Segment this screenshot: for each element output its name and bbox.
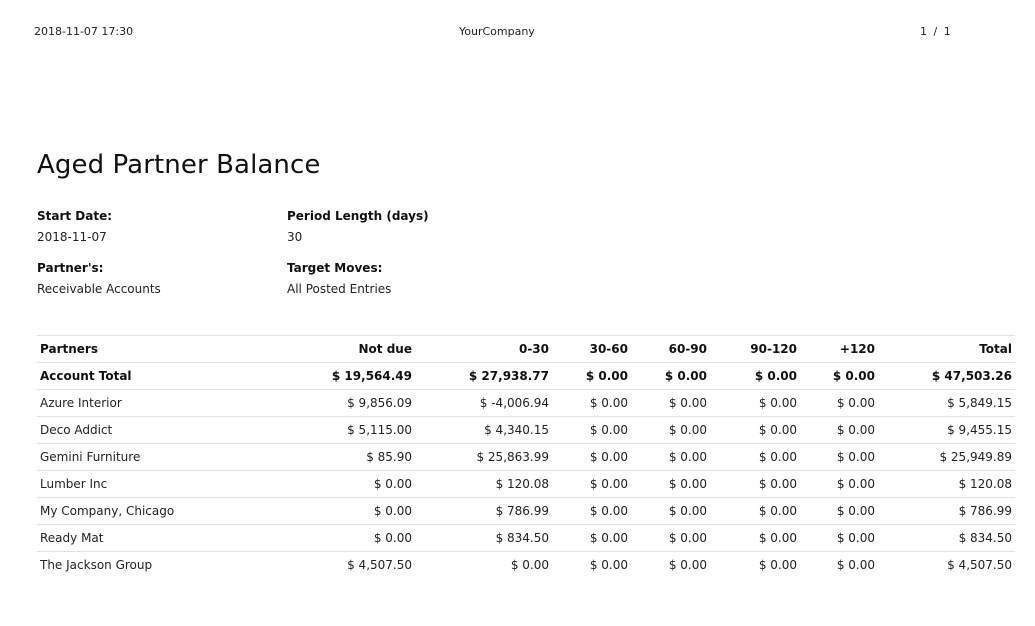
total-120-plus-cell: $ 0.00 bbox=[800, 362, 878, 390]
partners-label: Partner's: bbox=[37, 261, 104, 275]
start-date-field: Start Date: 2018-11-07 bbox=[37, 209, 112, 244]
partner-name-cell: Lumber Inc bbox=[37, 470, 285, 498]
not-due-cell: $ 9,856.09 bbox=[285, 389, 415, 417]
start-date-value: 2018-11-07 bbox=[37, 230, 107, 244]
col-header-60-90: 60-90 bbox=[631, 335, 710, 363]
col-header-90-120: 90-120 bbox=[710, 335, 800, 363]
partner-name-cell: Azure Interior bbox=[37, 389, 285, 417]
period-120-plus-cell: $ 0.00 bbox=[800, 497, 878, 525]
aged-balance-table: Partners Not due 0-30 30-60 60-90 90-120… bbox=[37, 335, 1015, 578]
period-120-plus-cell: $ 0.00 bbox=[800, 524, 878, 552]
period-30-60-cell: $ 0.00 bbox=[552, 524, 631, 552]
period-120-plus-cell: $ 0.00 bbox=[800, 389, 878, 417]
period-60-90-cell: $ 0.00 bbox=[631, 389, 710, 417]
partner-name-cell: Deco Addict bbox=[37, 416, 285, 444]
total-30-60-cell: $ 0.00 bbox=[552, 362, 631, 390]
period-0-30-cell: $ 0.00 bbox=[415, 551, 552, 578]
period-30-60-cell: $ 0.00 bbox=[552, 551, 631, 578]
period-0-30-cell: $ 25,863.99 bbox=[415, 443, 552, 471]
partner-name-cell: My Company, Chicago bbox=[37, 497, 285, 525]
print-datetime: 2018-11-07 17:30 bbox=[34, 25, 134, 38]
not-due-cell: $ 0.00 bbox=[285, 470, 415, 498]
table-row: Deco Addict $ 5,115.00 $ 4,340.15 $ 0.00… bbox=[37, 416, 1015, 444]
col-header-partners: Partners bbox=[37, 335, 285, 363]
period-30-60-cell: $ 0.00 bbox=[552, 416, 631, 444]
period-30-60-cell: $ 0.00 bbox=[552, 389, 631, 417]
table-row: Gemini Furniture $ 85.90 $ 25,863.99 $ 0… bbox=[37, 443, 1015, 471]
table-row: Azure Interior $ 9,856.09 $ -4,006.94 $ … bbox=[37, 389, 1015, 417]
period-90-120-cell: $ 0.00 bbox=[710, 524, 800, 552]
target-moves-value: All Posted Entries bbox=[287, 282, 392, 296]
period-30-60-cell: $ 0.00 bbox=[552, 443, 631, 471]
table-row: The Jackson Group $ 4,507.50 $ 0.00 $ 0.… bbox=[37, 551, 1015, 578]
period-60-90-cell: $ 0.00 bbox=[631, 443, 710, 471]
row-total-cell: $ 9,455.15 bbox=[878, 416, 1015, 444]
partner-name-cell: Gemini Furniture bbox=[37, 443, 285, 471]
report-title: Aged Partner Balance bbox=[37, 150, 321, 180]
total-total-cell: $ 47,503.26 bbox=[878, 362, 1015, 390]
partners-value: Receivable Accounts bbox=[37, 282, 161, 296]
period-60-90-cell: $ 0.00 bbox=[631, 524, 710, 552]
period-0-30-cell: $ -4,006.94 bbox=[415, 389, 552, 417]
col-header-30-60: 30-60 bbox=[552, 335, 631, 363]
col-header-total: Total bbox=[878, 335, 1015, 363]
period-60-90-cell: $ 0.00 bbox=[631, 416, 710, 444]
partners-field: Partner's: Receivable Accounts bbox=[37, 261, 161, 296]
row-total-cell: $ 25,949.89 bbox=[878, 443, 1015, 471]
period-120-plus-cell: $ 0.00 bbox=[800, 551, 878, 578]
period-60-90-cell: $ 0.00 bbox=[631, 551, 710, 578]
not-due-cell: $ 0.00 bbox=[285, 524, 415, 552]
period-90-120-cell: $ 0.00 bbox=[710, 416, 800, 444]
row-total-cell: $ 120.08 bbox=[878, 470, 1015, 498]
account-total-row: Account Total $ 19,564.49 $ 27,938.77 $ … bbox=[37, 362, 1015, 390]
period-90-120-cell: $ 0.00 bbox=[710, 389, 800, 417]
period-90-120-cell: $ 0.00 bbox=[710, 497, 800, 525]
table-row: Lumber Inc $ 0.00 $ 120.08 $ 0.00 $ 0.00… bbox=[37, 470, 1015, 498]
table-row: My Company, Chicago $ 0.00 $ 786.99 $ 0.… bbox=[37, 497, 1015, 525]
period-90-120-cell: $ 0.00 bbox=[710, 443, 800, 471]
col-header-120-plus: +120 bbox=[800, 335, 878, 363]
period-length-value: 30 bbox=[287, 230, 303, 244]
partner-name-cell: Ready Mat bbox=[37, 524, 285, 552]
total-0-30-cell: $ 27,938.77 bbox=[415, 362, 552, 390]
period-30-60-cell: $ 0.00 bbox=[552, 470, 631, 498]
target-moves-field: Target Moves: All Posted Entries bbox=[287, 261, 391, 296]
period-90-120-cell: $ 0.00 bbox=[710, 470, 800, 498]
period-length-field: Period Length (days) 30 bbox=[287, 209, 429, 244]
not-due-cell: $ 0.00 bbox=[285, 497, 415, 525]
row-total-cell: $ 5,849.15 bbox=[878, 389, 1015, 417]
period-120-plus-cell: $ 0.00 bbox=[800, 443, 878, 471]
period-60-90-cell: $ 0.00 bbox=[631, 470, 710, 498]
table-row: Ready Mat $ 0.00 $ 834.50 $ 0.00 $ 0.00 … bbox=[37, 524, 1015, 552]
col-header-not-due: Not due bbox=[285, 335, 415, 363]
not-due-cell: $ 85.90 bbox=[285, 443, 415, 471]
partner-name-cell: The Jackson Group bbox=[37, 551, 285, 578]
not-due-cell: $ 5,115.00 bbox=[285, 416, 415, 444]
col-header-0-30: 0-30 bbox=[415, 335, 552, 363]
row-total-cell: $ 786.99 bbox=[878, 497, 1015, 525]
total-60-90-cell: $ 0.00 bbox=[631, 362, 710, 390]
company-name: YourCompany bbox=[459, 25, 535, 38]
not-due-cell: $ 4,507.50 bbox=[285, 551, 415, 578]
total-90-120-cell: $ 0.00 bbox=[710, 362, 800, 390]
period-120-plus-cell: $ 0.00 bbox=[800, 416, 878, 444]
period-0-30-cell: $ 834.50 bbox=[415, 524, 552, 552]
total-not-due-cell: $ 19,564.49 bbox=[285, 362, 415, 390]
row-total-cell: $ 834.50 bbox=[878, 524, 1015, 552]
row-total-cell: $ 4,507.50 bbox=[878, 551, 1015, 578]
table-header-row: Partners Not due 0-30 30-60 60-90 90-120… bbox=[37, 335, 1015, 363]
period-30-60-cell: $ 0.00 bbox=[552, 497, 631, 525]
period-0-30-cell: $ 786.99 bbox=[415, 497, 552, 525]
period-60-90-cell: $ 0.00 bbox=[631, 497, 710, 525]
period-120-plus-cell: $ 0.00 bbox=[800, 470, 878, 498]
period-length-label: Period Length (days) bbox=[287, 209, 429, 223]
period-0-30-cell: $ 120.08 bbox=[415, 470, 552, 498]
period-0-30-cell: $ 4,340.15 bbox=[415, 416, 552, 444]
period-90-120-cell: $ 0.00 bbox=[710, 551, 800, 578]
start-date-label: Start Date: bbox=[37, 209, 113, 223]
page-counter: 1 / 1 bbox=[920, 25, 951, 38]
total-label-cell: Account Total bbox=[37, 362, 285, 390]
target-moves-label: Target Moves: bbox=[287, 261, 383, 275]
